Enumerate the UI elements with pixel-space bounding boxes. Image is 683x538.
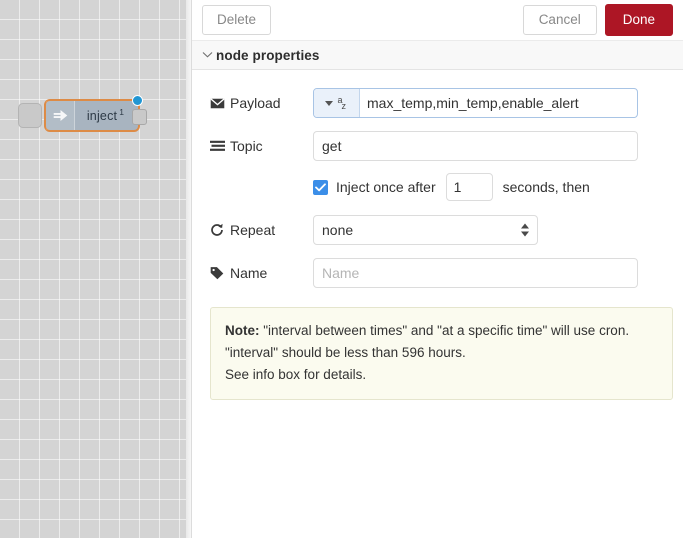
note-line-1: "interval between times" and "at a speci… [259, 323, 630, 338]
inject-once-checkbox[interactable] [313, 179, 328, 195]
note-line-2: "interval" should be less than 596 hours… [225, 344, 466, 360]
node-properties-section-header[interactable]: node properties [192, 40, 683, 70]
info-note: Note: "interval between times" and "at a… [210, 307, 673, 400]
chevron-down-icon [324, 100, 333, 106]
name-label: Name [210, 265, 313, 281]
node-red-editor: inject 1 Delete Cancel Done node properti… [0, 0, 683, 538]
payload-type-select[interactable]: a z [314, 89, 360, 117]
name-row: Name [210, 258, 665, 288]
payload-label-text: Payload [230, 95, 281, 111]
dialog-toolbar: Delete Cancel Done [192, 0, 683, 40]
inject-arrow-icon [46, 101, 75, 130]
node-properties-form: Payload a z max_temp,min_temp,enable_ale… [192, 70, 683, 288]
node-status-badge [132, 95, 143, 106]
done-button[interactable]: Done [604, 4, 673, 36]
refresh-icon [210, 223, 230, 237]
name-label-text: Name [230, 265, 268, 281]
edit-dialog: Delete Cancel Done node properties Paylo… [192, 0, 683, 538]
topic-label-text: Topic [230, 138, 263, 154]
topic-label: Topic [210, 138, 313, 154]
topic-row: Topic [210, 131, 665, 161]
section-title: node properties [216, 47, 320, 63]
inject-delay-input[interactable] [445, 173, 493, 201]
inject-node-label: inject 1 [75, 107, 138, 123]
delete-button[interactable]: Delete [202, 5, 272, 35]
inject-node-superscript: 1 [119, 107, 125, 118]
payload-row: Payload a z [210, 88, 665, 118]
type-glyph-z: z [341, 101, 347, 111]
inject-node-name: inject [86, 109, 118, 124]
string-type-icon: a z [338, 96, 349, 111]
list-icon [210, 140, 230, 152]
cancel-button[interactable]: Cancel [522, 5, 597, 35]
repeat-select-wrap: none [313, 215, 538, 245]
tag-icon [210, 266, 230, 280]
note-prefix: Note: [225, 323, 260, 338]
repeat-select[interactable]: none [313, 215, 538, 245]
inject-node[interactable]: inject 1 [44, 95, 147, 132]
inject-seconds-label: seconds, then [502, 179, 590, 195]
repeat-label-text: Repeat [230, 222, 276, 238]
envelope-icon [210, 97, 230, 109]
inject-once-label: Inject once after [336, 179, 436, 195]
topic-input[interactable] [313, 131, 638, 161]
node-output-port[interactable] [132, 109, 147, 125]
payload-typed-input[interactable]: a z [313, 88, 638, 118]
repeat-row: Repeat none [210, 215, 665, 245]
payload-label: Payload [210, 95, 313, 111]
node-shadow [18, 103, 42, 128]
note-line-3: See info box for details. [225, 366, 367, 382]
payload-input[interactable] [360, 89, 637, 117]
flow-canvas[interactable]: inject 1 [0, 0, 186, 538]
payload-field: a z [313, 88, 638, 118]
repeat-label: Repeat [210, 222, 313, 238]
chevron-down-icon [202, 49, 216, 61]
inject-once-row: Inject once after seconds, then [313, 173, 665, 201]
repeat-selected-value: none [322, 222, 354, 238]
name-input[interactable] [313, 258, 638, 288]
